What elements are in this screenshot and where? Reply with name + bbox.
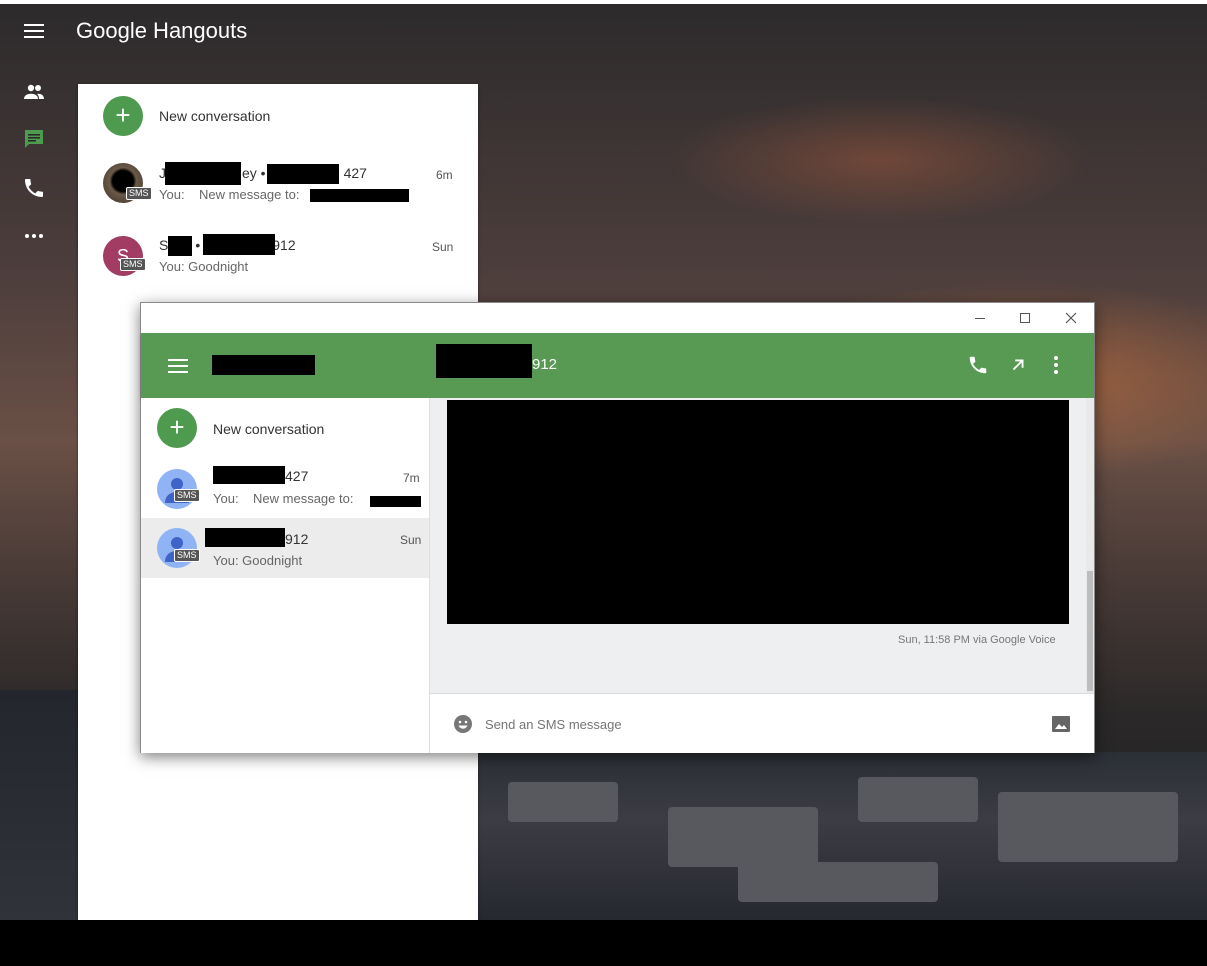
sms-badge: SMS (174, 549, 200, 562)
menu-icon[interactable] (168, 359, 188, 373)
conversation-header: 912 (141, 333, 1094, 398)
avatar (157, 528, 197, 568)
main-menu-button[interactable] (24, 24, 44, 40)
conversation-snippet: You: New message to: (213, 491, 354, 506)
redaction (168, 236, 192, 256)
new-conversation-button[interactable]: + New conversation (78, 84, 478, 150)
emoji-icon[interactable] (453, 714, 473, 734)
popout-arrow-icon[interactable] (1007, 354, 1029, 376)
sms-badge: SMS (174, 489, 200, 502)
inner-conversation-list: + New conversation SMS 427 You: New mess… (141, 398, 430, 753)
conversation-snippet: You: New message to: (159, 187, 300, 202)
conversation-time: Sun (432, 240, 454, 254)
new-conversation-button[interactable]: + New conversation (141, 403, 429, 459)
conversation-time: Sun (400, 533, 422, 547)
conversation-item[interactable]: SMS 427 You: New message to: 7m (141, 460, 429, 518)
conversation-time: 7m (403, 471, 420, 485)
redaction (165, 162, 241, 185)
sms-message-input[interactable] (485, 712, 1005, 736)
plus-icon: + (157, 408, 197, 448)
harbor-scenery (478, 752, 1207, 920)
redaction (370, 496, 421, 507)
maximize-button[interactable] (1011, 309, 1039, 327)
more-vert-icon[interactable] (1049, 354, 1063, 376)
redaction (213, 466, 285, 484)
conversation-title: 427 (285, 468, 309, 484)
conversation-item-selected[interactable]: SMS 912 You: Goodnight Sun (141, 518, 429, 578)
image-icon[interactable] (1052, 716, 1070, 732)
people-icon[interactable] (22, 80, 46, 104)
redaction (205, 528, 285, 547)
hangout-popout-window: 912 + New conversation SMS 427 You: New … (140, 302, 1095, 753)
brand-logo: Google Hangouts (76, 18, 248, 43)
minimize-button[interactable] (966, 309, 994, 327)
conversation-item[interactable]: SMS Jey • 427 You: New message to: 6m (78, 154, 478, 218)
taskbar (0, 920, 1207, 966)
harbor-left-scenery (0, 690, 78, 920)
sms-badge: SMS (120, 258, 146, 271)
phone-icon[interactable] (967, 354, 989, 376)
message-area: Sun, 11:58 PM via Google Voice (430, 398, 1086, 693)
conversation-item[interactable]: S SMS S • 912 You: Goodnight Sun (78, 224, 478, 288)
conversation-snippet: You: Goodnight (213, 553, 303, 568)
new-conversation-label: New conversation (159, 108, 271, 124)
scrollbar-thumb[interactable] (1087, 571, 1093, 691)
message-composer (430, 693, 1094, 753)
redaction (203, 234, 275, 255)
close-button[interactable] (1057, 309, 1085, 327)
more-horiz-icon[interactable] (22, 224, 46, 248)
phone-icon[interactable] (22, 176, 46, 200)
conversation-time: 6m (436, 168, 453, 182)
plus-icon: + (103, 96, 143, 136)
message-timestamp: Sun, 11:58 PM via Google Voice (898, 634, 1056, 646)
redaction (436, 344, 532, 378)
redaction (212, 355, 315, 375)
redaction (310, 189, 409, 202)
conversation-snippet: You: Goodnight (159, 259, 249, 274)
redaction (267, 164, 339, 184)
sms-badge: SMS (126, 187, 152, 200)
new-conversation-label: New conversation (213, 421, 325, 437)
chat-icon[interactable] (22, 127, 46, 151)
window-titlebar (141, 303, 1094, 333)
redacted-message (447, 400, 1069, 624)
conversation-header-title: 912 (532, 356, 558, 373)
top-edge-line (0, 0, 1207, 4)
conversation-title: 912 (285, 531, 309, 547)
